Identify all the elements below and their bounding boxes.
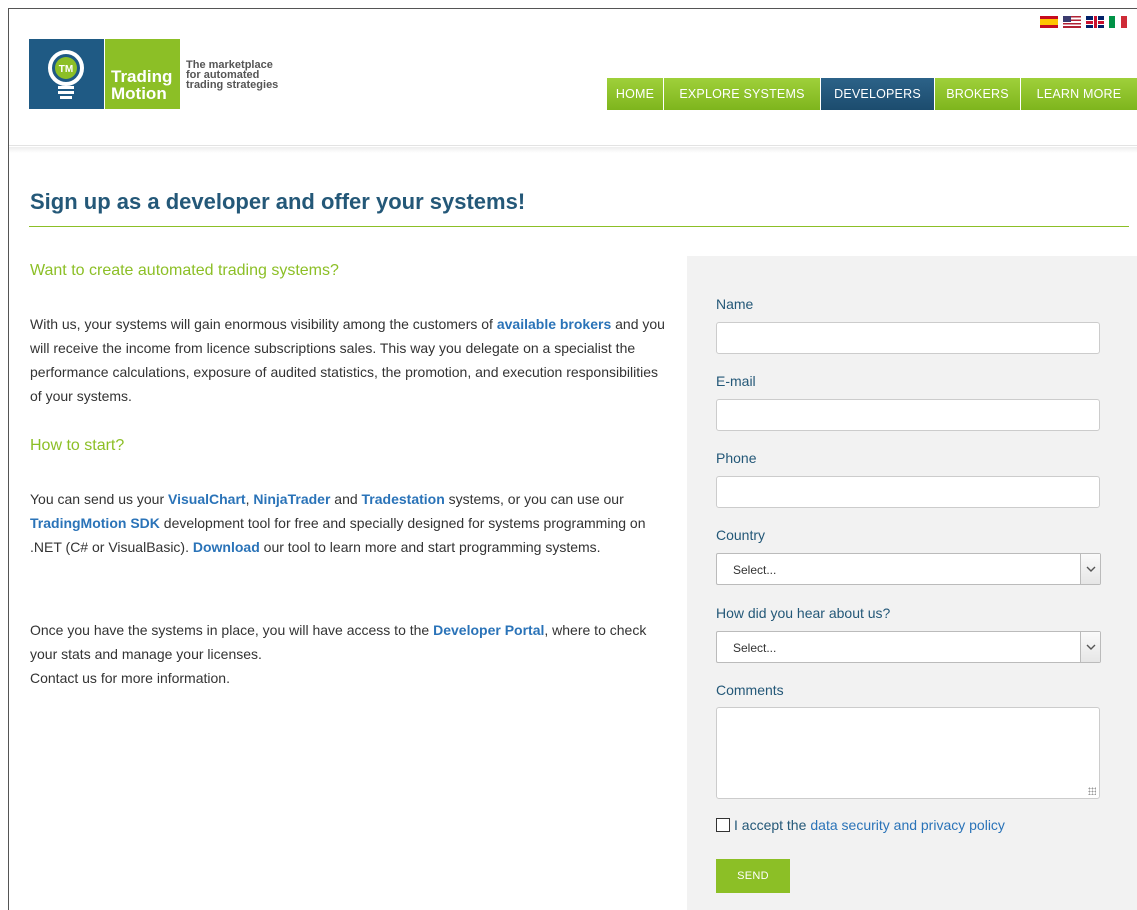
heading-how-to-start: How to start? [30, 437, 125, 454]
privacy-checkbox[interactable] [716, 818, 730, 832]
p2-text-4: systems, or you can use our [444, 491, 624, 507]
privacy-accept-text: I accept the [734, 817, 807, 833]
p2-text-1: You can send us your [30, 491, 169, 507]
hear-about-label: How did you hear about us? [716, 605, 891, 621]
site-logo[interactable]: TM Trading Motion The marketplace for au… [29, 39, 296, 109]
logo-word-trading: Trading [111, 67, 173, 86]
chevron-down-icon[interactable] [1080, 632, 1100, 662]
visualchart-link[interactable]: VisualChart [168, 491, 246, 507]
uk-flag-icon[interactable] [1086, 16, 1104, 28]
main-nav: HOME EXPLORE SYSTEMS DEVELOPERS BROKERS … [606, 78, 1137, 110]
p2-text-6: our tool to learn more and start program… [259, 539, 601, 555]
chevron-down-icon[interactable] [1080, 554, 1100, 584]
developer-portal-link[interactable]: Developer Portal [433, 622, 544, 638]
tagline-line-3: trading strategies [186, 79, 279, 91]
download-link[interactable]: Download [193, 539, 260, 555]
language-selector [1040, 16, 1127, 28]
nav-home[interactable]: HOME [607, 78, 663, 110]
ninjatrader-link[interactable]: NinjaTrader [253, 491, 330, 507]
privacy-policy-link[interactable]: data security and privacy policy [810, 817, 1005, 833]
nav-brokers[interactable]: BROKERS [935, 78, 1020, 110]
logo-tagline: The marketplace for automated trading st… [186, 60, 296, 91]
hear-about-select-value: Select... [733, 641, 777, 655]
resize-grip-icon[interactable] [1088, 787, 1096, 795]
email-label: E-mail [716, 373, 756, 389]
browser-viewport: TM Trading Motion The marketplace for au… [8, 8, 1137, 910]
usa-flag-icon[interactable] [1063, 16, 1081, 28]
page-title: Sign up as a developer and offer your sy… [30, 189, 526, 214]
developer-signup-form: Name E-mail Phone Country Select... How … [687, 256, 1137, 910]
title-divider [29, 226, 1129, 227]
name-input[interactable] [716, 322, 1100, 354]
site-header: TM Trading Motion The marketplace for au… [9, 9, 1137, 146]
heading-create-systems: Want to create automated trading systems… [30, 262, 339, 279]
intro-paragraph: With us, your systems will gain enormous… [30, 312, 670, 408]
country-select-value: Select... [733, 563, 777, 577]
tradingmotion-sdk-link[interactable]: TradingMotion SDK [30, 515, 160, 531]
how-to-start-paragraph: You can send us your VisualChart, NinjaT… [30, 487, 670, 559]
logo-badge: TM [59, 64, 73, 75]
privacy-consent: I accept the data security and privacy p… [716, 817, 1005, 833]
country-label: Country [716, 527, 766, 543]
nav-developers[interactable]: DEVELOPERS [821, 78, 934, 110]
p3-text-1: Once you have the systems in place, you … [30, 622, 434, 638]
p1-text-1: With us, your systems will gain enormous… [30, 316, 497, 332]
p2-text-3: and [330, 491, 362, 507]
comments-textarea[interactable] [716, 707, 1100, 799]
tradestation-link[interactable]: Tradestation [362, 491, 445, 507]
header-shadow [9, 147, 1137, 153]
send-button[interactable]: SEND [716, 859, 790, 893]
lightbulb-icon: TM [29, 39, 104, 109]
spain-flag-icon[interactable] [1040, 16, 1058, 28]
logo-wordmark: Trading Motion [105, 39, 180, 109]
nav-learn-more[interactable]: LEARN MORE [1021, 78, 1137, 110]
p3-text-3: Contact us for more information. [30, 670, 230, 686]
name-label: Name [716, 296, 754, 312]
country-select[interactable]: Select... [716, 553, 1101, 585]
comments-label: Comments [716, 682, 784, 698]
hear-about-select[interactable]: Select... [716, 631, 1101, 663]
developer-portal-paragraph: Once you have the systems in place, you … [30, 618, 670, 690]
phone-label: Phone [716, 450, 757, 466]
email-input[interactable] [716, 399, 1100, 431]
phone-input[interactable] [716, 476, 1100, 508]
available-brokers-link[interactable]: available brokers [497, 316, 611, 332]
italy-flag-icon[interactable] [1109, 16, 1127, 28]
nav-explore-systems[interactable]: EXPLORE SYSTEMS [664, 78, 820, 110]
logo-word-motion: Motion [111, 84, 167, 103]
